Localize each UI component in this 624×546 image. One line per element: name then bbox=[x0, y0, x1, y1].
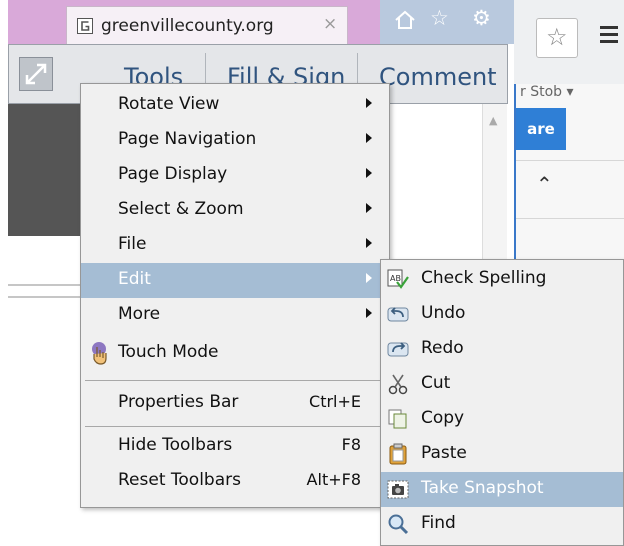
browser-tab[interactable]: greenvillecounty.org × bbox=[66, 6, 348, 45]
touch-hand-icon bbox=[92, 342, 107, 365]
edit-submenu: AB Check Spelling Undo Redo Cut Copy Pas… bbox=[380, 259, 624, 546]
document-scrollbar[interactable]: ▲ bbox=[482, 104, 507, 284]
page-line bbox=[8, 284, 88, 286]
expand-arrows-icon bbox=[25, 63, 47, 85]
shortcut-alt-f8: Alt+F8 bbox=[306, 470, 361, 489]
submenu-arrow-icon bbox=[366, 273, 372, 283]
submenu-arrow-icon bbox=[366, 203, 372, 213]
spell-check-icon: AB bbox=[387, 269, 409, 289]
menu-separator bbox=[85, 426, 385, 427]
menu-item-select-zoom[interactable]: Select & Zoom bbox=[81, 193, 389, 228]
user-menu[interactable]: r Stob ▾ bbox=[520, 84, 574, 100]
menu-item-rotate-view[interactable]: Rotate View bbox=[81, 88, 389, 123]
submenu-arrow-icon bbox=[366, 308, 372, 318]
tab-close-icon[interactable]: × bbox=[323, 14, 337, 34]
copy-icon bbox=[388, 409, 407, 429]
address-bar-right: ☆ bbox=[514, 0, 624, 84]
chevron-up-icon[interactable]: ⌃ bbox=[536, 172, 553, 196]
hamburger-menu-icon[interactable] bbox=[600, 26, 618, 47]
scroll-up-icon[interactable]: ▲ bbox=[489, 114, 497, 127]
share-button[interactable]: are bbox=[516, 108, 566, 150]
panel-divider bbox=[516, 218, 624, 219]
bookmark-star-icon: ☆ bbox=[546, 23, 568, 51]
redo-icon bbox=[387, 342, 409, 357]
scissors-icon bbox=[388, 374, 408, 395]
shortcut-ctrl-e: Ctrl+E bbox=[309, 392, 361, 411]
page-line bbox=[8, 296, 88, 298]
fullscreen-button[interactable] bbox=[19, 57, 53, 91]
comment-button[interactable]: Comment bbox=[379, 63, 497, 91]
tab-strip: greenvillecounty.org × bbox=[8, 0, 380, 45]
submenu-arrow-icon bbox=[366, 168, 372, 178]
menu-item-properties-bar[interactable]: Properties Bar Ctrl+E bbox=[81, 386, 389, 421]
submenu-item-take-snapshot[interactable]: Take Snapshot bbox=[381, 472, 623, 507]
menu-item-page-navigation[interactable]: Page Navigation bbox=[81, 123, 389, 158]
svg-text:AB: AB bbox=[390, 274, 401, 283]
submenu-item-redo[interactable]: Redo bbox=[381, 332, 623, 367]
menu-item-hide-toolbars[interactable]: Hide Toolbars F8 bbox=[81, 429, 389, 464]
submenu-arrow-icon bbox=[366, 98, 372, 108]
submenu-arrow-icon bbox=[366, 133, 372, 143]
menu-item-edit[interactable]: Edit bbox=[81, 263, 389, 298]
undo-icon bbox=[387, 307, 409, 322]
view-context-menu: Rotate View Page Navigation Page Display… bbox=[80, 83, 390, 508]
document-page bbox=[8, 236, 88, 546]
star-icon[interactable]: ☆ bbox=[430, 6, 449, 30]
submenu-item-paste[interactable]: Paste bbox=[381, 437, 623, 472]
shortcut-f8: F8 bbox=[341, 435, 361, 454]
submenu-arrow-icon bbox=[366, 238, 372, 248]
menu-separator bbox=[85, 380, 385, 381]
submenu-item-cut[interactable]: Cut bbox=[381, 367, 623, 402]
camera-icon bbox=[387, 480, 409, 499]
browser-nav-icons: ☆ ⚙ bbox=[380, 0, 514, 44]
gear-icon[interactable]: ⚙ bbox=[472, 6, 491, 30]
menu-item-more[interactable]: More bbox=[81, 298, 389, 333]
menu-item-page-display[interactable]: Page Display bbox=[81, 158, 389, 193]
greenville-favicon-icon bbox=[77, 18, 93, 34]
bookmark-button[interactable]: ☆ bbox=[536, 18, 578, 58]
submenu-item-find[interactable]: Find bbox=[381, 507, 623, 542]
menu-item-reset-toolbars[interactable]: Reset Toolbars Alt+F8 bbox=[81, 464, 389, 499]
paste-icon bbox=[389, 443, 407, 465]
home-icon[interactable] bbox=[394, 9, 416, 31]
tab-title: greenvillecounty.org bbox=[101, 16, 274, 36]
submenu-item-undo[interactable]: Undo bbox=[381, 297, 623, 332]
magnifier-icon bbox=[388, 514, 409, 535]
menu-item-touch-mode[interactable]: Touch Mode bbox=[81, 336, 389, 371]
panel-divider bbox=[516, 160, 624, 161]
submenu-item-check-spelling[interactable]: AB Check Spelling bbox=[381, 262, 623, 297]
menu-item-file[interactable]: File bbox=[81, 228, 389, 263]
submenu-item-copy[interactable]: Copy bbox=[381, 402, 623, 437]
